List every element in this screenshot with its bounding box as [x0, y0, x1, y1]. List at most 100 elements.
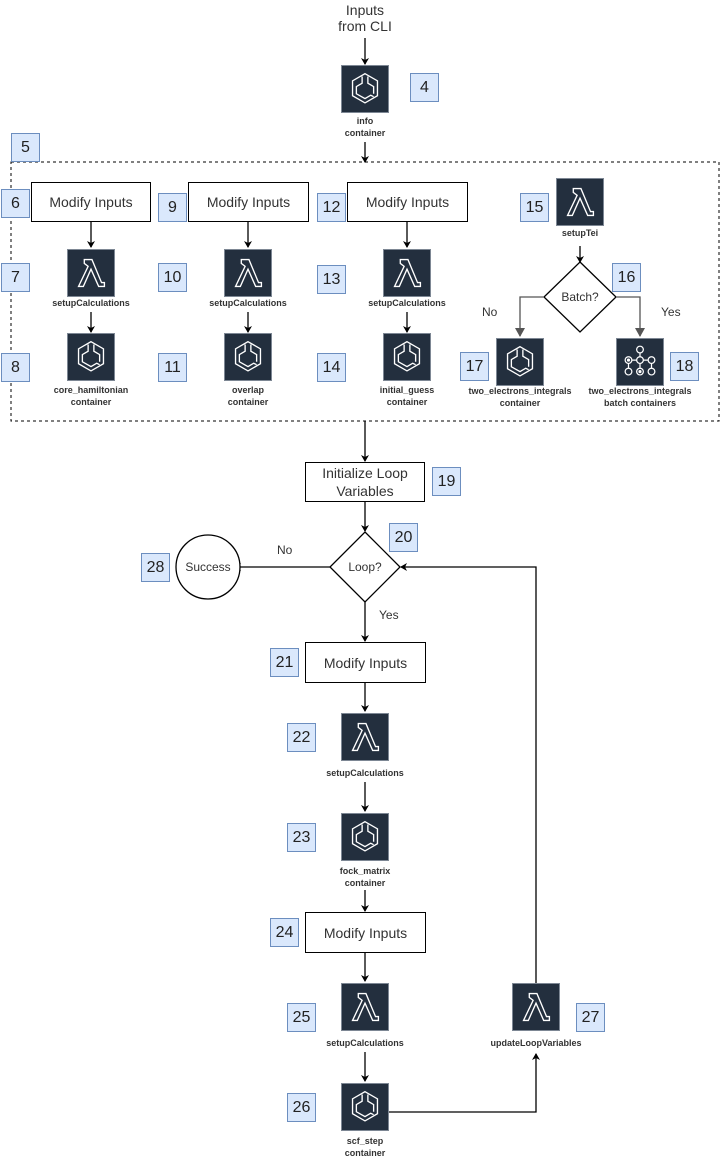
container-node[interactable] [383, 333, 431, 381]
container-icon [351, 1090, 379, 1122]
step-badge-15: 15 [520, 193, 549, 222]
step-badge-11: 11 [158, 353, 187, 382]
container-icon [351, 820, 379, 852]
update-loop-variables-label: updateLoopVariables [490, 1038, 582, 1048]
step-badge-4: 4 [410, 73, 439, 102]
step-badge-19: 19 [432, 467, 461, 496]
scf-step-label: scf_step container [305, 1135, 425, 1159]
lambda-icon [77, 258, 106, 288]
info-container-node[interactable] [341, 65, 389, 113]
lambda-label: setupCalculations [368, 298, 446, 308]
label-line: info [356, 116, 374, 126]
container-label: overlap container [188, 384, 308, 408]
step-badge-10: 10 [158, 263, 187, 292]
lambda-label: setupCalculations [326, 768, 404, 778]
edge-batch-yes [616, 296, 645, 337]
batch-icon [624, 345, 656, 376]
container-node[interactable] [224, 333, 272, 381]
label-line: container [386, 397, 428, 407]
update-loop-variables-node[interactable] [512, 983, 560, 1031]
step-badge-7: 7 [1, 263, 30, 292]
container-icon [393, 340, 421, 372]
lambda-icon [351, 992, 380, 1022]
step-badge-27: 27 [576, 1003, 605, 1032]
label-line: container [344, 1148, 386, 1158]
step-badge-20: 20 [389, 523, 418, 552]
cli-input-text: Inputs from CLI [338, 2, 392, 34]
tei-container-label: two_electrons_integrals container [455, 385, 585, 409]
lambda-node[interactable] [224, 249, 272, 297]
lambda-node[interactable] [67, 249, 115, 297]
step-badge-21: 21 [270, 648, 299, 677]
lambda-label: setupCalculations [209, 298, 287, 308]
lambda-label: setupCalculations [52, 298, 130, 308]
box-label: Modify Inputs [206, 194, 291, 210]
label-line: scf_step [346, 1136, 384, 1146]
edge-scf-to-update [389, 1053, 540, 1113]
loop-no-label: No [277, 543, 293, 557]
box-label: Initialize Loop [322, 465, 408, 481]
setup-tei-label: setupTei [561, 228, 599, 238]
step-badge-17: 17 [460, 352, 489, 381]
container-icon [234, 340, 262, 372]
fock-matrix-container-node[interactable] [341, 813, 389, 861]
container-node[interactable] [67, 333, 115, 381]
container-icon [351, 72, 379, 104]
box-label: Modify Inputs [323, 654, 408, 671]
box-label: Modify Inputs [49, 194, 133, 210]
step-badge-13: 13 [317, 265, 346, 294]
edge-batch-no [515, 296, 544, 337]
step-badge-12: 12 [317, 193, 346, 222]
label-line: container [499, 398, 541, 408]
step-badge-26: 26 [287, 1093, 316, 1122]
label-line: two_electrons_integrals [588, 386, 692, 396]
step-badge-9: 9 [158, 193, 187, 222]
modify-inputs-box[interactable]: Modify Inputs [305, 642, 426, 683]
fock-matrix-label: fock_matrix container [305, 865, 425, 889]
label-line: two_electrons_integrals [468, 386, 572, 396]
step-badge-28: 28 [141, 553, 170, 582]
step-badge-6: 6 [1, 189, 30, 218]
lambda-icon [351, 722, 380, 752]
tei-container-node[interactable] [496, 338, 544, 386]
tei-batch-node[interactable] [616, 338, 664, 386]
lambda-node[interactable] [383, 249, 431, 297]
lambda-node[interactable] [341, 983, 389, 1031]
modify-inputs-box[interactable]: Modify Inputs [347, 182, 468, 222]
loop-decision-label: Loop? [348, 560, 382, 574]
label-line: batch containers [603, 398, 677, 408]
label-line: overlap [231, 385, 264, 395]
container-label: core_hamiltonian container [31, 384, 151, 408]
batch-yes-label: Yes [661, 305, 681, 319]
scf-step-container-node[interactable] [341, 1083, 389, 1131]
lambda-icon [566, 187, 595, 217]
step-badge-25: 25 [287, 1003, 316, 1032]
container-label: initial_guess container [347, 384, 467, 408]
container-icon [506, 345, 534, 377]
label-line: container [227, 397, 269, 407]
step-badge-18: 18 [670, 352, 699, 381]
tei-batch-label: two_electrons_integrals batch containers [575, 385, 705, 409]
modify-inputs-box[interactable]: Modify Inputs [305, 912, 426, 953]
label-line: container [344, 128, 386, 138]
step-badge-8: 8 [1, 353, 30, 382]
modify-inputs-box[interactable]: Modify Inputs [188, 182, 309, 222]
lambda-icon [393, 258, 422, 288]
step-badge-16: 16 [612, 263, 641, 292]
label-line: container [70, 397, 112, 407]
modify-inputs-box[interactable]: Modify Inputs [31, 182, 151, 222]
init-loop-variables-box[interactable]: Initialize Loop Variables [305, 462, 425, 502]
step-badge-5: 5 [11, 133, 40, 162]
label-line: core_hamiltonian [53, 385, 129, 395]
lambda-label: setupCalculations [326, 1038, 404, 1048]
box-label: Modify Inputs [323, 924, 408, 941]
box-label: Variables [336, 483, 394, 499]
info-container-label: info container [315, 115, 415, 139]
container-icon [77, 340, 105, 372]
label-line: container [344, 878, 386, 888]
success-label: Success [185, 560, 231, 574]
step-badge-14: 14 [317, 353, 346, 382]
lambda-node[interactable] [341, 713, 389, 761]
setup-tei-node[interactable] [556, 178, 604, 226]
lambda-icon [234, 258, 263, 288]
